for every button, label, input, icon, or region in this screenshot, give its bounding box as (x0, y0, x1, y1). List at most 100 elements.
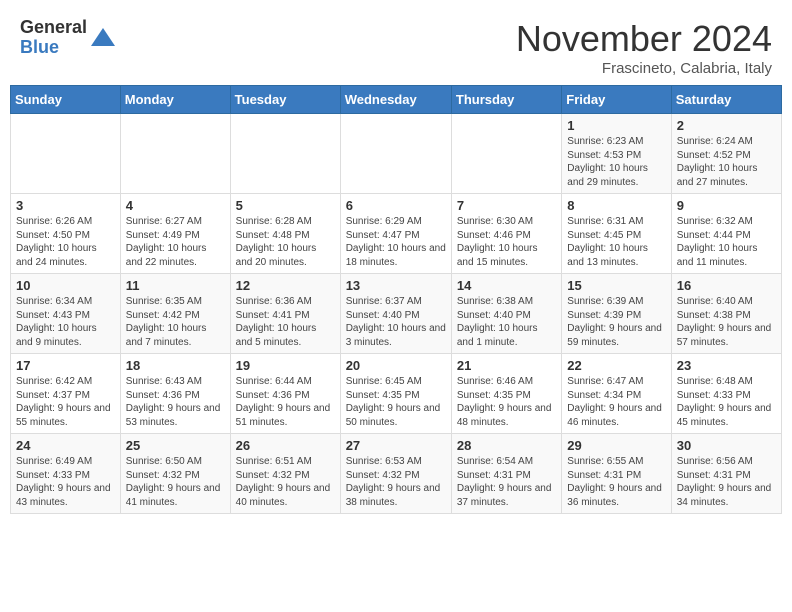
calendar-cell: 24Sunrise: 6:49 AM Sunset: 4:33 PM Dayli… (11, 434, 121, 514)
calendar-cell: 19 Sunrise: 6:44 AM Sunset: 4:36 PM Dayli… (230, 354, 340, 434)
calendar-cell (11, 114, 121, 194)
calendar-cell: 8 Sunrise: 6:31 AM Sunset: 4:45 PM Daylig… (562, 194, 671, 274)
day-info: Sunrise: 6:38 AM Sunset: 4:40 PM Dayligh… (457, 295, 556, 349)
day-info: Sunrise: 6:32 AM Sunset: 4:44 PM Dayligh… (677, 215, 776, 269)
calendar-cell: 2 Sunrise: 6:24 AM Sunset: 4:52 PM Daylig… (671, 114, 781, 194)
calendar-cell: 30 Sunrise: 6:56 AM Sunset: 4:31 PM Dayli… (671, 434, 781, 514)
day-number: 4 (126, 198, 225, 213)
weekday-header-tuesday: Tuesday (230, 86, 340, 114)
day-number: 17 (16, 358, 115, 373)
calendar-cell: 13 Sunrise: 6:37 AM Sunset: 4:40 PM Dayli… (340, 274, 451, 354)
calendar-cell: 12 Sunrise: 6:36 AM Sunset: 4:41 PM Dayli… (230, 274, 340, 354)
logo-blue: Blue (20, 38, 87, 58)
weekday-header-friday: Friday (562, 86, 671, 114)
calendar-cell: 15 Sunrise: 6:39 AM Sunset: 4:39 PM Dayli… (562, 274, 671, 354)
day-info: Sunrise: 6:27 AM Sunset: 4:49 PM Dayligh… (126, 215, 225, 269)
calendar-cell: 27Sunrise: 6:53 AM Sunset: 4:32 PM Dayli… (340, 434, 451, 514)
calendar-cell: 23 Sunrise: 6:48 AM Sunset: 4:33 PM Dayli… (671, 354, 781, 434)
day-info: Sunrise: 6:56 AM Sunset: 4:31 PM Dayligh… (677, 455, 776, 509)
day-number: 16 (677, 278, 776, 293)
day-number: 27 (346, 438, 446, 453)
day-info: Sunrise: 6:44 AM Sunset: 4:36 PM Dayligh… (236, 375, 335, 429)
day-number: 10 (16, 278, 115, 293)
day-number: 30 (677, 438, 776, 453)
calendar-cell: 1Sunrise: 6:23 AM Sunset: 4:53 PM Daylig… (562, 114, 671, 194)
calendar-cell: 16Sunrise: 6:40 AM Sunset: 4:38 PM Dayli… (671, 274, 781, 354)
calendar-cell: 5 Sunrise: 6:28 AM Sunset: 4:48 PM Daylig… (230, 194, 340, 274)
day-info: Sunrise: 6:29 AM Sunset: 4:47 PM Dayligh… (346, 215, 446, 269)
calendar-cell: 11 Sunrise: 6:35 AM Sunset: 4:42 PM Dayli… (120, 274, 230, 354)
day-info: Sunrise: 6:37 AM Sunset: 4:40 PM Dayligh… (346, 295, 446, 349)
calendar-cell: 21Sunrise: 6:46 AM Sunset: 4:35 PM Dayli… (451, 354, 561, 434)
day-number: 23 (677, 358, 776, 373)
calendar-cell: 25Sunrise: 6:50 AM Sunset: 4:32 PM Dayli… (120, 434, 230, 514)
day-info: Sunrise: 6:34 AM Sunset: 4:43 PM Dayligh… (16, 295, 115, 349)
day-number: 8 (567, 198, 665, 213)
weekday-header-saturday: Saturday (671, 86, 781, 114)
page-header: General Blue November 2024 Frascineto, C… (10, 10, 782, 81)
day-number: 11 (126, 278, 225, 293)
calendar-cell: 29 Sunrise: 6:55 AM Sunset: 4:31 PM Dayli… (562, 434, 671, 514)
day-number: 9 (677, 198, 776, 213)
day-info: Sunrise: 6:55 AM Sunset: 4:31 PM Dayligh… (567, 455, 665, 509)
day-number: 1 (567, 118, 665, 133)
weekday-header-wednesday: Wednesday (340, 86, 451, 114)
day-info: Sunrise: 6:42 AM Sunset: 4:37 PM Dayligh… (16, 375, 115, 429)
day-info: Sunrise: 6:35 AM Sunset: 4:42 PM Dayligh… (126, 295, 225, 349)
calendar-cell: 4 Sunrise: 6:27 AM Sunset: 4:49 PM Daylig… (120, 194, 230, 274)
day-number: 7 (457, 198, 556, 213)
day-info: Sunrise: 6:54 AM Sunset: 4:31 PM Dayligh… (457, 455, 556, 509)
weekday-header-monday: Monday (120, 86, 230, 114)
weekday-header-thursday: Thursday (451, 86, 561, 114)
day-number: 22 (567, 358, 665, 373)
day-info: Sunrise: 6:39 AM Sunset: 4:39 PM Dayligh… (567, 295, 665, 349)
day-info: Sunrise: 6:51 AM Sunset: 4:32 PM Dayligh… (236, 455, 335, 509)
day-number: 20 (346, 358, 446, 373)
calendar-cell (230, 114, 340, 194)
month-title: November 2024 (516, 18, 772, 60)
calendar-cell: 26 Sunrise: 6:51 AM Sunset: 4:32 PM Dayli… (230, 434, 340, 514)
day-number: 26 (236, 438, 335, 453)
day-number: 28 (457, 438, 556, 453)
calendar-week-2: 3 Sunrise: 6:26 AM Sunset: 4:50 PM Daylig… (11, 194, 782, 274)
day-number: 18 (126, 358, 225, 373)
calendar-cell: 14 Sunrise: 6:38 AM Sunset: 4:40 PM Dayli… (451, 274, 561, 354)
day-number: 5 (236, 198, 335, 213)
calendar-cell: 22 Sunrise: 6:47 AM Sunset: 4:34 PM Dayli… (562, 354, 671, 434)
day-number: 6 (346, 198, 446, 213)
calendar-cell: 18 Sunrise: 6:43 AM Sunset: 4:36 PM Dayli… (120, 354, 230, 434)
calendar-cell: 9 Sunrise: 6:32 AM Sunset: 4:44 PM Daylig… (671, 194, 781, 274)
day-number: 29 (567, 438, 665, 453)
calendar-cell (340, 114, 451, 194)
day-number: 13 (346, 278, 446, 293)
day-info: Sunrise: 6:36 AM Sunset: 4:41 PM Dayligh… (236, 295, 335, 349)
day-info: Sunrise: 6:47 AM Sunset: 4:34 PM Dayligh… (567, 375, 665, 429)
weekday-header-sunday: Sunday (11, 86, 121, 114)
logo-general: General (20, 18, 87, 38)
title-section: November 2024 Frascineto, Calabria, Ital… (516, 18, 772, 77)
day-info: Sunrise: 6:43 AM Sunset: 4:36 PM Dayligh… (126, 375, 225, 429)
day-number: 15 (567, 278, 665, 293)
day-info: Sunrise: 6:26 AM Sunset: 4:50 PM Dayligh… (16, 215, 115, 269)
calendar-cell: 10 Sunrise: 6:34 AM Sunset: 4:43 PM Dayli… (11, 274, 121, 354)
day-number: 25 (126, 438, 225, 453)
calendar-cell: 28 Sunrise: 6:54 AM Sunset: 4:31 PM Dayli… (451, 434, 561, 514)
day-info: Sunrise: 6:30 AM Sunset: 4:46 PM Dayligh… (457, 215, 556, 269)
calendar-table: SundayMondayTuesdayWednesdayThursdayFrid… (10, 85, 782, 514)
day-info: Sunrise: 6:49 AM Sunset: 4:33 PM Dayligh… (16, 455, 115, 509)
day-number: 12 (236, 278, 335, 293)
day-info: Sunrise: 6:48 AM Sunset: 4:33 PM Dayligh… (677, 375, 776, 429)
day-number: 14 (457, 278, 556, 293)
location: Frascineto, Calabria, Italy (516, 60, 772, 77)
day-number: 3 (16, 198, 115, 213)
day-number: 19 (236, 358, 335, 373)
day-info: Sunrise: 6:24 AM Sunset: 4:52 PM Dayligh… (677, 135, 776, 189)
day-info: Sunrise: 6:31 AM Sunset: 4:45 PM Dayligh… (567, 215, 665, 269)
calendar-cell: 3 Sunrise: 6:26 AM Sunset: 4:50 PM Daylig… (11, 194, 121, 274)
day-info: Sunrise: 6:28 AM Sunset: 4:48 PM Dayligh… (236, 215, 335, 269)
calendar-cell: 17 Sunrise: 6:42 AM Sunset: 4:37 PM Dayli… (11, 354, 121, 434)
logo-icon (89, 24, 117, 52)
calendar-week-3: 10 Sunrise: 6:34 AM Sunset: 4:43 PM Dayli… (11, 274, 782, 354)
calendar-week-5: 24Sunrise: 6:49 AM Sunset: 4:33 PM Dayli… (11, 434, 782, 514)
day-number: 2 (677, 118, 776, 133)
